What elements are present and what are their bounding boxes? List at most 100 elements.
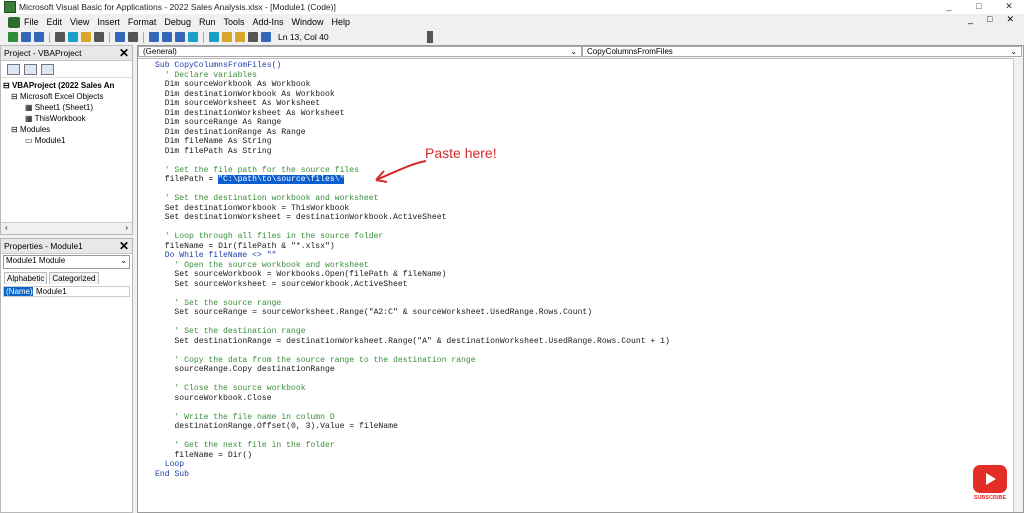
cut-icon[interactable] (55, 32, 65, 42)
object-browser-icon[interactable] (235, 32, 245, 42)
paste-icon[interactable] (81, 32, 91, 42)
help-icon[interactable] (261, 32, 271, 42)
menu-insert[interactable]: Insert (97, 17, 120, 27)
code-line[interactable]: ' Copy the data from the source range to… (155, 356, 670, 366)
menu-file[interactable]: File (24, 17, 39, 27)
copy-icon[interactable] (68, 32, 78, 42)
code-line[interactable] (155, 318, 670, 328)
close-button[interactable]: ✕ (994, 0, 1024, 14)
code-line[interactable]: Set sourceWorksheet = sourceWorkbook.Act… (155, 280, 670, 290)
toolbar-options-grip[interactable] (427, 31, 433, 43)
code-line[interactable]: End Sub (155, 470, 670, 480)
design-mode-icon[interactable] (188, 32, 198, 42)
property-row-name[interactable]: (Name) Module1 (3, 286, 130, 297)
code-line[interactable]: Dim destinationWorksheet As Worksheet (155, 109, 670, 119)
menu-format[interactable]: Format (128, 17, 157, 27)
code-line[interactable]: ' Write the file name in column D (155, 413, 670, 423)
toggle-folders-icon[interactable] (41, 63, 54, 75)
menu-window[interactable]: Window (292, 17, 324, 27)
code-line[interactable] (155, 432, 670, 442)
code-line[interactable]: Dim sourceWorksheet As Worksheet (155, 99, 670, 109)
menu-tools[interactable]: Tools (223, 17, 244, 27)
tree-node-thisworkbook[interactable]: ▦ ThisWorkbook (3, 113, 130, 124)
code-line[interactable]: Set destinationRange = destinationWorksh… (155, 337, 669, 347)
object-combo[interactable]: (General) ⌄ (138, 46, 582, 57)
tree-node-modules[interactable]: ⊟ Modules (3, 124, 130, 135)
code-line[interactable]: fileName = Dir() (155, 451, 670, 461)
subscribe-badge[interactable]: SUBSCRIBE (971, 465, 1009, 501)
run-icon[interactable] (149, 32, 159, 42)
procedure-combo[interactable]: CopyColumnsFromFiles ⌄ (582, 46, 1022, 57)
code-line[interactable]: fileName = Dir(filePath & "*.xlsx") (155, 242, 670, 252)
redo-icon[interactable] (128, 32, 138, 42)
view-object-icon[interactable] (24, 63, 37, 75)
code-line[interactable]: Dim filePath As String (155, 147, 670, 157)
close-icon[interactable]: ✕ (119, 239, 129, 253)
code-line[interactable]: sourceWorkbook.Close (155, 394, 670, 404)
code-line[interactable]: Set sourceRange = sourceWorksheet.Range(… (155, 308, 670, 318)
code-line[interactable]: Set destinationWorksheet = destinationWo… (155, 213, 670, 223)
code-line[interactable]: ' Close the source workbook (155, 384, 670, 394)
undo-icon[interactable] (115, 32, 125, 42)
project-explorer-icon[interactable] (209, 32, 219, 42)
code-line[interactable]: ' Open the source workbook and worksheet (155, 261, 670, 271)
code-line[interactable]: destinationRange.Offset(0, 3).Value = fi… (155, 422, 670, 432)
code-line[interactable]: Loop (155, 460, 670, 470)
insert-module-icon[interactable] (21, 32, 31, 42)
mdi-restore-button[interactable]: □ (987, 14, 992, 25)
code-line[interactable]: ' Set the destination workbook and works… (155, 194, 670, 204)
mdi-close-button[interactable]: ✕ (1006, 14, 1014, 25)
code-line[interactable]: sourceRange.Copy destinationRange (155, 365, 670, 375)
toolbar-separator (143, 31, 144, 43)
excel-view-icon[interactable] (8, 32, 18, 42)
tree-node-module1[interactable]: ▭ Module1 (3, 135, 130, 146)
code-line[interactable] (155, 375, 670, 385)
menu-run[interactable]: Run (199, 17, 216, 27)
code-line[interactable]: ' Set the source range (155, 299, 670, 309)
selected-path-text[interactable]: "C:\path\to\source\files\" (218, 175, 345, 184)
code-line[interactable]: Set sourceWorkbook = Workbooks.Open(file… (155, 270, 670, 280)
maximize-button[interactable]: □ (964, 0, 994, 14)
tree-node-vbaproject[interactable]: ⊟ VBAProject (2022 Sales An (3, 80, 130, 91)
close-icon[interactable]: ✕ (119, 46, 129, 60)
tree-node-sheet1[interactable]: ▦ Sheet1 (Sheet1) (3, 102, 130, 113)
code-line[interactable]: ' Declare variables (155, 71, 670, 81)
find-icon[interactable] (94, 32, 104, 42)
property-value[interactable]: Module1 (33, 287, 70, 296)
code-line[interactable]: Dim destinationWorkbook As Workbook (155, 90, 670, 100)
tree-node-excel-objects[interactable]: ⊟ Microsoft Excel Objects (3, 91, 130, 102)
toolbox-icon[interactable] (248, 32, 258, 42)
tab-categorized[interactable]: Categorized (49, 272, 99, 284)
properties-window-icon[interactable] (222, 32, 232, 42)
minimize-button[interactable]: _ (934, 0, 964, 14)
break-icon[interactable] (162, 32, 172, 42)
code-line[interactable] (155, 346, 670, 356)
tab-alphabetic[interactable]: Alphabetic (4, 272, 48, 284)
code-line[interactable]: Do While fileName <> "" (155, 251, 670, 261)
code-line[interactable]: Dim sourceRange As Range (155, 118, 670, 128)
vertical-scrollbar[interactable] (1013, 58, 1023, 512)
menu-help[interactable]: Help (332, 17, 351, 27)
code-line[interactable] (155, 289, 670, 299)
view-code-icon[interactable] (7, 63, 20, 75)
project-pane-scrollbar[interactable]: ‹ › (1, 222, 132, 234)
code-line[interactable]: ' Get the next file in the folder (155, 441, 670, 451)
code-line[interactable] (155, 403, 670, 413)
code-line[interactable]: Dim destinationRange As Range (155, 128, 670, 138)
code-line[interactable] (155, 223, 670, 233)
menu-edit[interactable]: Edit (47, 17, 63, 27)
reset-icon[interactable] (175, 32, 185, 42)
code-line[interactable]: Dim sourceWorkbook As Workbook (155, 80, 670, 90)
code-editor[interactable]: Sub CopyColumnsFromFiles() ' Declare var… (155, 61, 670, 479)
code-line[interactable]: ' Set the destination range (155, 327, 670, 337)
save-icon[interactable] (34, 32, 44, 42)
mdi-minimize-button[interactable]: _ (968, 14, 973, 25)
code-line[interactable]: Sub CopyColumnsFromFiles() (155, 61, 670, 71)
menu-add-ins[interactable]: Add-Ins (252, 17, 283, 27)
object-dropdown[interactable]: Module1 Module ⌄ (3, 255, 130, 269)
code-line[interactable]: ' Loop through all files in the source f… (155, 232, 670, 242)
code-line[interactable]: Set destinationWorkbook = ThisWorkbook (155, 204, 670, 214)
code-line[interactable]: Dim fileName As String (155, 137, 670, 147)
menu-debug[interactable]: Debug (164, 17, 191, 27)
menu-view[interactable]: View (70, 17, 89, 27)
